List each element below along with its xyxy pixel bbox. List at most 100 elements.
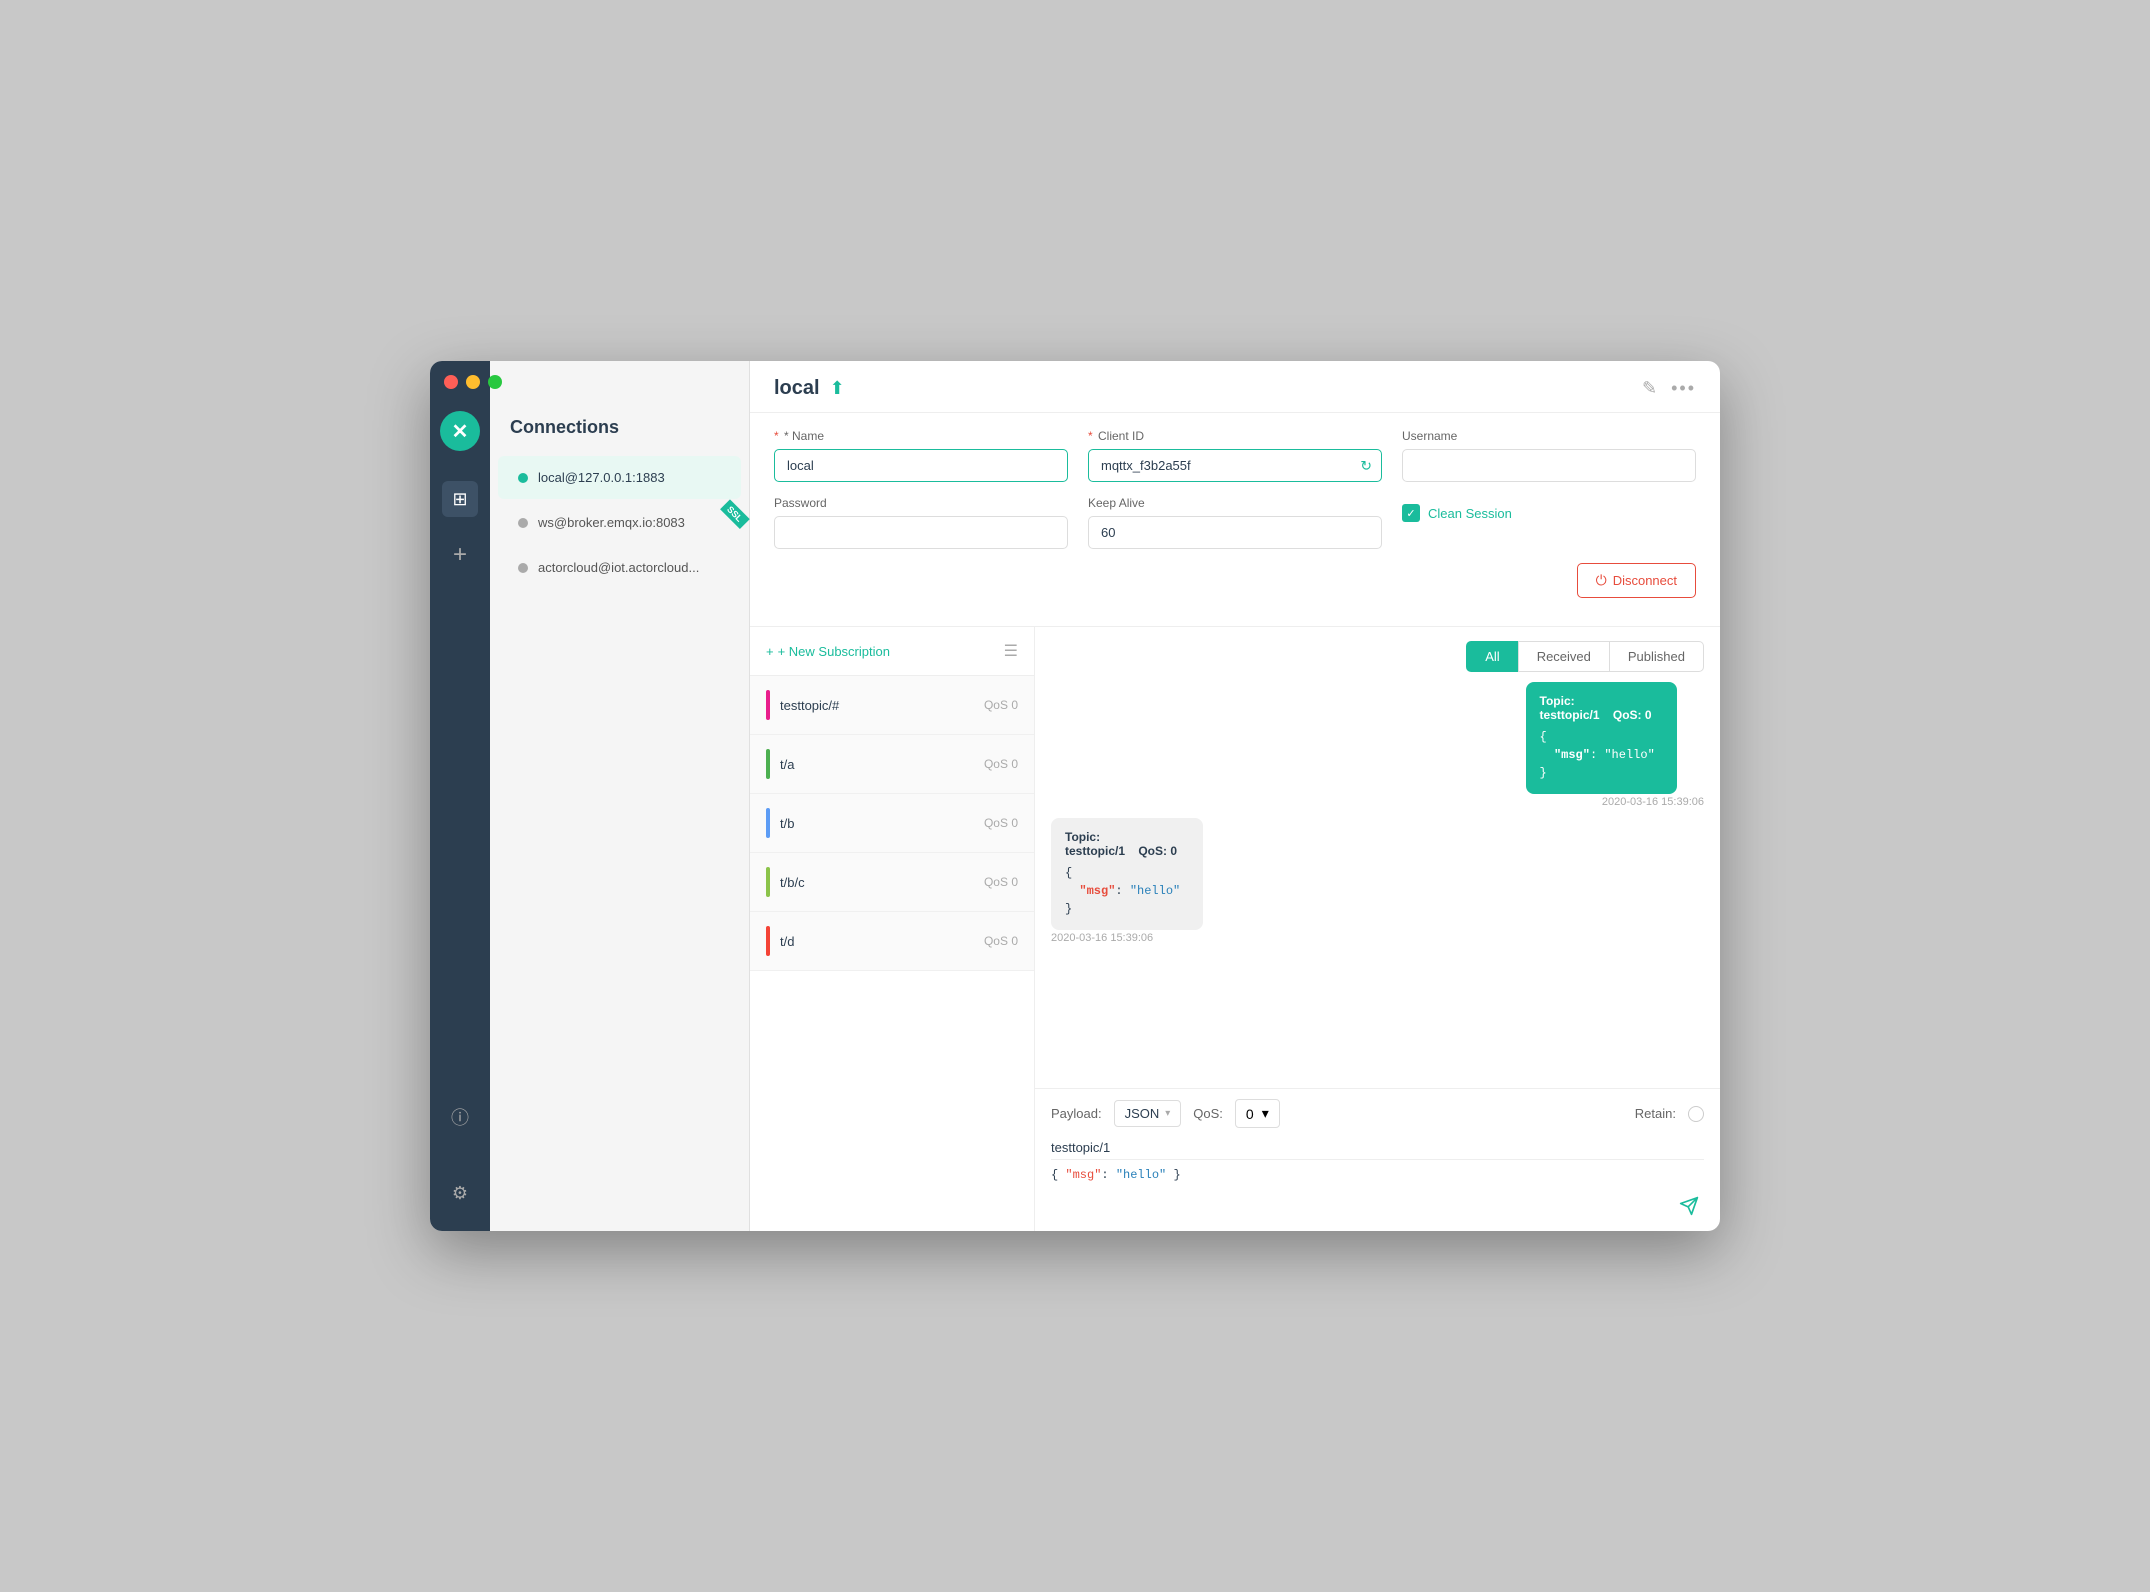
close-button[interactable]	[444, 375, 458, 389]
client-id-label: * Client ID	[1088, 429, 1382, 443]
client-id-input[interactable]	[1088, 449, 1382, 482]
subscription-qos: QoS 0	[984, 875, 1018, 889]
subscription-topic: testtopic/#	[780, 698, 974, 713]
sidebar-item-info[interactable]: ⓘ	[442, 1099, 478, 1135]
messages-panel: All Received Published Topic: testtopic/…	[1035, 627, 1720, 1231]
subscription-qos: QoS 0	[984, 698, 1018, 712]
password-label: Password	[774, 496, 1068, 510]
subscription-info: t/a	[780, 757, 974, 772]
retain-label: Retain:	[1635, 1106, 1676, 1121]
subscription-list: testtopic/# QoS 0 t/a QoS 0 t/b QoS 0 t/…	[750, 676, 1034, 1231]
power-icon: ⏻	[1596, 572, 1607, 589]
payload-label: Payload:	[1051, 1106, 1102, 1121]
connection-title: local	[774, 377, 820, 400]
subscription-item[interactable]: t/a QoS 0	[750, 735, 1034, 794]
name-label: * * Name	[774, 429, 1068, 443]
tab-published[interactable]: Published	[1609, 641, 1704, 672]
name-group: * * Name	[774, 429, 1068, 482]
header-right: ✎ •••	[1642, 378, 1696, 399]
settings-icon: ⚙	[452, 1183, 468, 1204]
more-icon[interactable]: •••	[1671, 378, 1696, 399]
username-input[interactable]	[1402, 449, 1696, 482]
connection-form: * * Name * Client ID ↻ Username	[750, 413, 1720, 627]
password-input[interactable]	[774, 516, 1068, 549]
form-row-2: Password Keep Alive ✓ Clean Session	[774, 496, 1696, 549]
connection-status-dot	[518, 563, 528, 573]
subscription-topic: t/d	[780, 934, 974, 949]
subscriptions-panel: + + New Subscription ☰ testtopic/# QoS 0…	[750, 627, 1035, 1231]
payload-type-select[interactable]: JSON ▾	[1114, 1100, 1182, 1127]
subscription-color-bar	[766, 867, 770, 897]
app-window: ✕ ⊞ + ⓘ ⚙ Connections local@127.0.0.1:18…	[430, 361, 1720, 1231]
subscription-qos: QoS 0	[984, 757, 1018, 771]
connection-name: actorcloud@iot.actorcloud...	[538, 560, 699, 575]
username-group: Username	[1402, 429, 1696, 482]
connection-item-ws[interactable]: ws@broker.emqx.io:8083 SSL	[498, 501, 741, 544]
connection-status-dot	[518, 518, 528, 528]
sidebar-item-add[interactable]: +	[442, 537, 478, 573]
connections-panel: Connections local@127.0.0.1:1883 ws@brok…	[490, 361, 750, 1231]
add-icon: +	[453, 541, 467, 569]
message-bubble-received: Topic: testtopic/1 QoS: 0 { "msg": "hell…	[1051, 818, 1203, 930]
subscription-item[interactable]: t/d QoS 0	[750, 912, 1034, 971]
name-input[interactable]	[774, 449, 1068, 482]
keepalive-group: Keep Alive	[1088, 496, 1382, 549]
send-button[interactable]	[1674, 1191, 1704, 1221]
subscription-topic: t/b	[780, 816, 974, 831]
sidebar-item-connections[interactable]: ⊞	[442, 481, 478, 517]
keepalive-input[interactable]	[1088, 516, 1382, 549]
minimize-button[interactable]	[466, 375, 480, 389]
ssl-badge: SSL	[721, 499, 750, 528]
message-body: { "msg": "hello" }	[1540, 728, 1664, 782]
sidebar-item-settings[interactable]: ⚙	[442, 1175, 478, 1211]
subscription-item[interactable]: testtopic/# QoS 0	[750, 676, 1034, 735]
subscription-qos: QoS 0	[984, 934, 1018, 948]
connection-item-local[interactable]: local@127.0.0.1:1883	[498, 456, 741, 499]
message-bubble-sent: Topic: testtopic/1 QoS: 0 { "msg": "hell…	[1526, 682, 1678, 794]
filter-icon[interactable]: ☰	[1004, 641, 1018, 661]
payload-area: { "msg": "hello" }	[1051, 1166, 1704, 1221]
chevron-down-icon: ▾	[1262, 1105, 1269, 1122]
lower-section: + + New Subscription ☰ testtopic/# QoS 0…	[750, 627, 1720, 1231]
subscription-item[interactable]: t/b/c QoS 0	[750, 853, 1034, 912]
client-id-wrapper: ↻	[1088, 449, 1382, 482]
subscription-item[interactable]: t/b QoS 0	[750, 794, 1034, 853]
chevron-down-icon: ▾	[1165, 1108, 1170, 1119]
subscription-topic: t/a	[780, 757, 974, 772]
connection-name: ws@broker.emqx.io:8083	[538, 515, 685, 530]
app-logo: ✕	[440, 411, 480, 451]
qos-label: QoS:	[1193, 1106, 1223, 1121]
new-subscription-button[interactable]: + + New Subscription	[766, 644, 890, 659]
connections-icon: ⊞	[452, 489, 467, 510]
tab-all[interactable]: All	[1466, 641, 1517, 672]
expand-icon[interactable]: ⬆	[830, 378, 845, 399]
subscription-info: t/b	[780, 816, 974, 831]
disconnect-button[interactable]: ⏻ Disconnect	[1577, 563, 1696, 598]
connection-item-actorcloud[interactable]: actorcloud@iot.actorcloud...	[498, 546, 741, 589]
subscription-color-bar	[766, 808, 770, 838]
subscription-color-bar	[766, 926, 770, 956]
keepalive-label: Keep Alive	[1088, 496, 1382, 510]
clean-session-checkbox[interactable]: ✓	[1402, 504, 1420, 522]
qos-select[interactable]: 0 ▾	[1235, 1099, 1280, 1128]
edit-icon[interactable]: ✎	[1642, 378, 1657, 399]
header-left: local ⬆	[774, 377, 845, 400]
subscription-color-bar	[766, 690, 770, 720]
subscription-info: testtopic/#	[780, 698, 974, 713]
subscription-qos: QoS 0	[984, 816, 1018, 830]
client-id-group: * Client ID ↻	[1088, 429, 1382, 482]
subscription-color-bar	[766, 749, 770, 779]
message-received-wrapper: Topic: testtopic/1 QoS: 0 { "msg": "hell…	[1051, 818, 1229, 944]
payload-editor[interactable]: { "msg": "hello" }	[1051, 1166, 1704, 1221]
connection-status-dot	[518, 473, 528, 483]
message-topic: Topic: testtopic/1 QoS: 0	[1065, 830, 1189, 858]
retain-toggle[interactable]	[1688, 1106, 1704, 1122]
tab-received[interactable]: Received	[1518, 641, 1609, 672]
fullscreen-button[interactable]	[488, 375, 502, 389]
refresh-icon[interactable]: ↻	[1360, 457, 1372, 474]
message-topic: Topic: testtopic/1 QoS: 0	[1540, 694, 1664, 722]
topic-input[interactable]	[1051, 1136, 1704, 1160]
message-timestamp: 2020-03-16 15:39:06	[1526, 796, 1704, 808]
password-group: Password	[774, 496, 1068, 549]
sidebar: ✕ ⊞ + ⓘ ⚙	[430, 361, 490, 1231]
